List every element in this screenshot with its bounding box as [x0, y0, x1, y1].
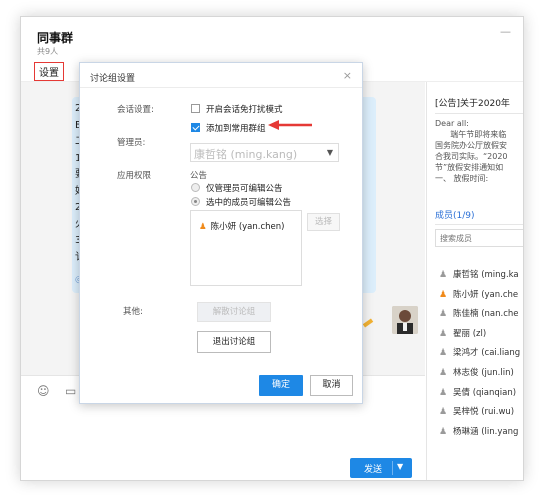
notice-title[interactable]: [公告]关于2020年 [435, 96, 510, 109]
member-name: 梁鸿才 (cai.liang [453, 348, 521, 359]
person-icon: ♟ [199, 222, 207, 232]
member-item[interactable]: ♟ 陈佳楠 (nan.che [439, 307, 519, 319]
selected-members-label: 选中的成员可编辑公告 [206, 198, 292, 208]
send-button[interactable]: 发送 ▼ [350, 458, 412, 478]
dnd-checkbox[interactable] [191, 104, 200, 113]
list-item[interactable]: ♟ 陈小妍 (yan.chen) [199, 220, 284, 232]
person-icon: ♟ [439, 309, 448, 320]
admin-label: 管理员: [117, 138, 146, 148]
admin-select[interactable]: 康哲铭 (ming.kang) ▼ [190, 143, 339, 162]
other-label: 其他: [123, 307, 143, 317]
member-item[interactable]: ♟ 陈小妍 (yan.che [439, 288, 518, 300]
member-name: 林志俊 (jun.lin) [453, 368, 514, 378]
pencil-icon [362, 318, 374, 328]
member-name: 吴梓悦 (rui.wu) [453, 407, 515, 418]
dialog-divider [80, 87, 362, 88]
group-settings-dialog: 讨论组设置 × 会话设置: 开启会话免打扰模式 添加到常用群组 管理员: 康哲铭… [79, 62, 363, 404]
common-group-checkbox[interactable] [191, 123, 200, 132]
member-item[interactable]: ♟ 梁鸿才 (cai.liang [439, 346, 520, 358]
red-arrow-icon [268, 120, 312, 130]
person-icon: ♟ [439, 407, 448, 418]
members-title: 成员(1/9) [435, 211, 475, 221]
notice-body: Dear all: 端午节即将来临 国务院办公厅放假安 合我司实际。“2020 … [435, 119, 508, 183]
admin-only-radio[interactable] [191, 183, 200, 192]
member-item[interactable]: ♟ 杨琳涵 (lin.yang [439, 425, 518, 437]
members-divider [435, 224, 523, 225]
right-panel: [公告]关于2020年 Dear all: 端午节即将来临 国务院办公厅放假安 … [426, 82, 523, 480]
notice-label: 公告 [190, 171, 208, 181]
sender-avatar[interactable] [392, 306, 418, 334]
settings-link[interactable]: 设置 [34, 62, 64, 81]
member-count: 共9人 [37, 47, 59, 56]
chevron-down-icon[interactable]: ▼ [397, 462, 403, 471]
minimize-button[interactable]: — [500, 25, 511, 38]
session-label: 会话设置: [117, 105, 154, 115]
quit-group-button[interactable]: 退出讨论组 [197, 331, 271, 353]
smile-icon[interactable]: ☺ [37, 384, 50, 398]
person-icon: ♟ [439, 348, 448, 359]
admin-only-label: 仅管理员可编辑公告 [206, 184, 283, 194]
select-member-button[interactable]: 选择 [307, 213, 340, 231]
dnd-option-label: 开启会话免打扰模式 [206, 105, 283, 115]
send-separator [392, 461, 393, 475]
person-icon: ♟ [439, 289, 448, 300]
member-name: 康哲铭 (ming.ka [453, 270, 519, 280]
member-item[interactable]: ♟ 林志俊 (jun.lin) [439, 366, 514, 378]
member-name: 翟丽 (zl) [453, 328, 487, 339]
image-icon[interactable]: ▭ [65, 384, 76, 398]
member-item[interactable]: ♟ 翟丽 (zl) [439, 327, 486, 339]
send-label: 发送 [364, 465, 383, 475]
person-icon: ♟ [439, 368, 448, 378]
member-name: 吴倩 (qianqian) [453, 387, 517, 398]
member-name: 陈佳楠 (nan.che [453, 309, 519, 320]
selected-members-radio[interactable] [191, 197, 200, 206]
ok-button[interactable]: 确定 [259, 375, 303, 396]
group-name: 同事群 [37, 31, 74, 45]
member-item[interactable]: ♟ 康哲铭 (ming.ka [439, 268, 519, 280]
notice-divider [435, 113, 523, 114]
admin-value: 康哲铭 (ming.kang) [194, 148, 298, 161]
person-icon: ♟ [439, 426, 448, 437]
member-search-input[interactable] [435, 229, 523, 247]
cancel-button[interactable]: 取消 [310, 375, 353, 396]
member-name: 陈小妍 (yan.che [453, 289, 519, 300]
selected-member-name: 陈小妍 (yan.chen) [210, 222, 285, 232]
selected-member-list: ♟ 陈小妍 (yan.chen) [190, 210, 302, 286]
common-group-label: 添加到常用群组 [206, 124, 266, 134]
close-icon[interactable]: × [343, 69, 352, 82]
dialog-title: 讨论组设置 [90, 74, 136, 84]
person-icon: ♟ [439, 270, 448, 280]
member-name: 杨琳涵 (lin.yang [453, 426, 519, 437]
person-icon: ♟ [439, 328, 448, 339]
disband-group-button[interactable]: 解散讨论组 [197, 302, 271, 322]
person-icon: ♟ [439, 387, 448, 398]
member-item[interactable]: ♟ 吴梓悦 (rui.wu) [439, 405, 514, 417]
chevron-down-icon: ▼ [326, 148, 333, 157]
member-item[interactable]: ♟ 吴倩 (qianqian) [439, 386, 516, 398]
permission-label: 应用权限 [117, 171, 152, 181]
